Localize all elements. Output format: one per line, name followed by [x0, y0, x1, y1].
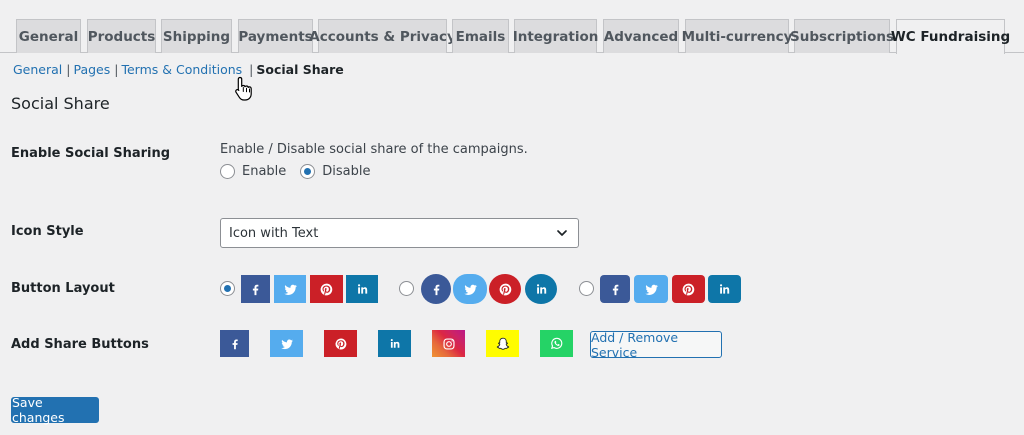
enable-social-sharing-description: Enable / Disable social share of the cam…	[220, 142, 528, 157]
layout-option-square-radio[interactable]	[220, 281, 235, 296]
linkedin-icon	[708, 275, 741, 303]
tab-shipping[interactable]: Shipping	[161, 19, 232, 53]
subnav-general-link[interactable]: General	[13, 62, 62, 77]
section-title: Social Share	[11, 94, 110, 113]
snapchat-icon	[495, 336, 511, 352]
settings-tab-bar: General Products Shipping Payments Accou…	[0, 0, 1024, 54]
tab-subscriptions[interactable]: Subscriptions	[790, 19, 894, 53]
chevron-down-icon	[556, 227, 568, 239]
tab-accounts-privacy[interactable]: Accounts & Privacy	[309, 19, 456, 53]
tab-integration[interactable]: Integration	[513, 19, 598, 53]
share-button-snapchat[interactable]	[486, 330, 519, 357]
whatsapp-icon	[549, 336, 564, 351]
hand-pointer-cursor-icon	[235, 76, 252, 101]
tab-multi-currency[interactable]: Multi-currency	[682, 19, 792, 53]
share-button-instagram[interactable]	[432, 330, 465, 357]
enable-disable-radio-group: Enable Disable	[220, 162, 371, 180]
disable-radio-label[interactable]: Disable	[322, 164, 370, 179]
enable-radio[interactable]	[220, 163, 235, 179]
twitter-icon	[453, 274, 487, 304]
facebook-icon	[600, 275, 630, 303]
pinterest-icon	[334, 337, 348, 351]
save-changes-button[interactable]: Save changes	[11, 395, 99, 425]
facebook-icon	[421, 274, 451, 304]
disable-radio[interactable]	[300, 163, 316, 179]
instagram-icon	[442, 337, 456, 351]
facebook-icon	[241, 275, 270, 303]
pinterest-icon	[489, 274, 521, 304]
twitter-icon	[274, 275, 306, 303]
sub-navigation: General | Pages | Terms & Conditions | Social …	[13, 62, 344, 77]
pinterest-icon	[672, 275, 705, 303]
tab-emails[interactable]: Emails	[452, 19, 509, 53]
tab-advanced[interactable]: Advanced	[603, 19, 679, 53]
linkedin-icon	[388, 337, 402, 351]
tab-products[interactable]: Products	[87, 19, 156, 53]
add-remove-service-button[interactable]: Add / Remove Service	[590, 330, 722, 360]
subnav-separator: |	[114, 62, 119, 77]
twitter-icon	[634, 275, 668, 303]
icon-style-selected-value: Icon with Text	[229, 225, 319, 241]
subnav-separator: |	[249, 62, 254, 77]
subnav-terms-link[interactable]: Terms & Conditions	[121, 62, 242, 77]
layout-option-rounded-radio[interactable]	[579, 281, 594, 296]
twitter-icon	[280, 337, 294, 351]
subnav-separator: |	[66, 62, 71, 77]
linkedin-icon	[525, 274, 557, 304]
icon-style-label: Icon Style	[11, 224, 84, 239]
share-button-twitter[interactable]	[270, 330, 303, 357]
subnav-pages-link[interactable]: Pages	[73, 62, 110, 77]
tab-general[interactable]: General	[16, 19, 81, 53]
share-button-linkedin[interactable]	[378, 330, 411, 357]
layout-option-circle-radio[interactable]	[399, 281, 414, 296]
add-share-buttons-label: Add Share Buttons	[11, 337, 149, 352]
icon-style-select[interactable]: Icon with Text	[220, 218, 579, 248]
pinterest-icon	[310, 275, 343, 303]
tab-payments[interactable]: Payments	[238, 19, 313, 53]
share-button-facebook[interactable]	[220, 330, 249, 357]
button-layout-label: Button Layout	[11, 281, 115, 296]
enable-radio-label[interactable]: Enable	[242, 164, 286, 179]
linkedin-icon	[346, 275, 378, 303]
enable-social-sharing-label: Enable Social Sharing	[11, 146, 171, 161]
share-button-pinterest[interactable]	[324, 330, 357, 357]
tab-wc-fundraising[interactable]: WC Fundraising	[891, 19, 1010, 54]
subnav-social-share-current[interactable]: Social Share	[256, 62, 343, 77]
facebook-icon	[228, 337, 242, 351]
share-button-whatsapp[interactable]	[540, 330, 573, 357]
